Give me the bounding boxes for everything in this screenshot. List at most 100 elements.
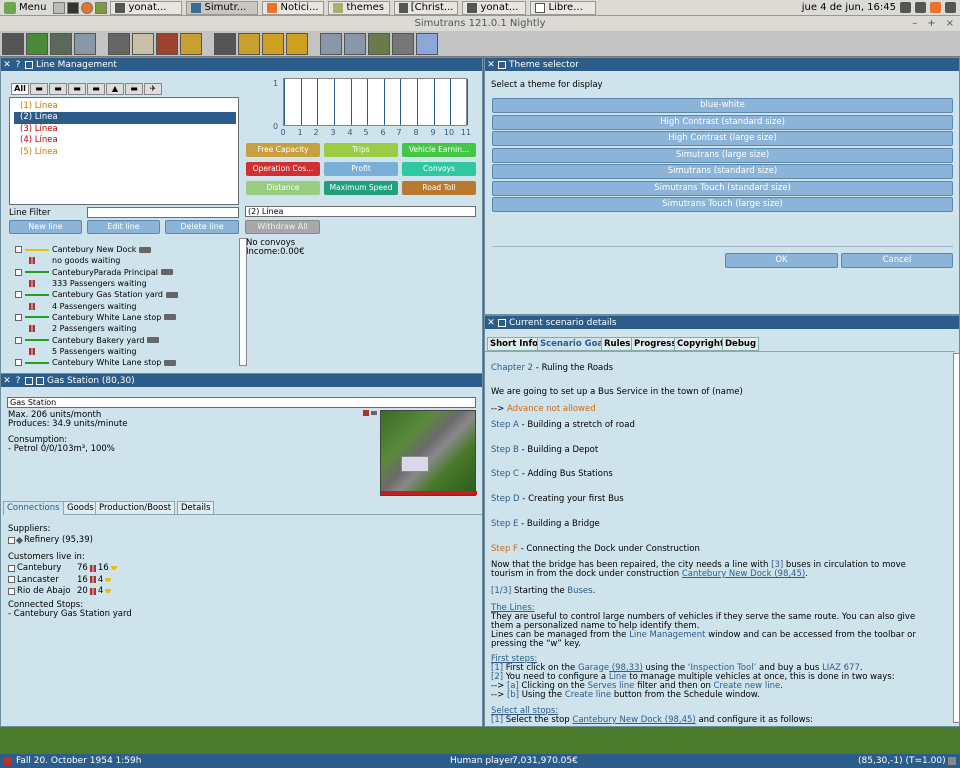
line-name-input[interactable]: (2) Línea	[245, 206, 476, 217]
camera-icon[interactable]	[214, 32, 236, 55]
ship-icon[interactable]: ▲	[106, 83, 124, 95]
tram-icon[interactable]: ▬	[68, 83, 86, 95]
task-terminal-yonat[interactable]: yonat...	[110, 0, 183, 15]
close-icon[interactable]: ✕	[3, 60, 11, 70]
monorail-icon[interactable]: ▬	[49, 83, 67, 95]
dock-link[interactable]: Cantebury New Dock (98,45)	[572, 715, 695, 725]
pin-icon[interactable]	[25, 60, 33, 69]
inspect-icon[interactable]	[50, 32, 72, 55]
stop-list-scrollbar[interactable]	[239, 238, 247, 366]
money-icon[interactable]	[180, 32, 202, 55]
withdraw-all-button[interactable]: Withdraw All	[245, 220, 320, 234]
edit-line-button[interactable]: Edit line	[87, 220, 160, 234]
task-libreoffice[interactable]: Libre...	[530, 0, 597, 15]
help-icon[interactable]: ?	[14, 376, 22, 386]
expand-icon[interactable]	[8, 587, 15, 595]
network-icon[interactable]	[900, 2, 911, 13]
stop-row[interactable]: Cantebury Bakery yard	[15, 334, 160, 345]
line-item[interactable]: (4) Línea	[14, 135, 236, 146]
task-folder-themes[interactable]: themes	[328, 0, 391, 15]
stat-toggle-button[interactable]: Operation Cos...	[246, 162, 320, 176]
stop-row[interactable]: Cantebury White Lane stop	[15, 357, 177, 368]
line-item[interactable]: (5) Línea	[14, 147, 236, 158]
theme-option[interactable]: Simutrans Touch (standard size)	[492, 180, 953, 196]
pin-icon[interactable]	[498, 318, 506, 327]
stat-toggle-button[interactable]: Trips	[324, 143, 398, 157]
minimize-button[interactable]: –	[912, 16, 917, 31]
grid-icon[interactable]	[368, 32, 390, 55]
snap-icon[interactable]	[36, 376, 44, 385]
factory-name-input[interactable]: Gas Station	[7, 397, 476, 408]
delete-line-button[interactable]: Delete line	[165, 220, 239, 234]
tab-copyright[interactable]: Copyright	[674, 337, 728, 351]
window-titlebar[interactable]: ✕ Theme selector	[485, 58, 959, 71]
files-icon[interactable]	[95, 1, 108, 14]
train-icon[interactable]: ▬	[30, 83, 48, 95]
pin-icon[interactable]	[498, 60, 506, 69]
expand-icon[interactable]	[8, 564, 15, 572]
customer-town-row[interactable]: Rio de Abajo 20 4	[8, 586, 112, 596]
stop-row[interactable]: Cantebury New Dock	[15, 244, 152, 255]
list-icon[interactable]	[132, 32, 154, 55]
theme-option[interactable]: High Contrast (standard size)	[492, 114, 953, 130]
theme-option[interactable]: High Contrast (large size)	[492, 131, 953, 146]
show-desktop-icon[interactable]	[53, 1, 66, 14]
stat-toggle-button[interactable]: Distance	[246, 181, 320, 195]
tab-goods[interactable]: Goods	[63, 501, 98, 515]
stop-row[interactable]: Cantebury White Lane stop	[15, 312, 177, 323]
stop-row[interactable]: Cantebury Gas Station yard	[15, 289, 178, 300]
bus-icon[interactable]: ▬	[87, 83, 105, 95]
expand-icon[interactable]	[8, 536, 15, 544]
close-icon[interactable]: ✕	[487, 60, 495, 70]
buses-link[interactable]: Buses	[567, 586, 592, 596]
vehicle-icon[interactable]	[74, 32, 96, 55]
expand-icon[interactable]	[15, 291, 22, 299]
tab-all[interactable]: All	[11, 83, 29, 95]
os-clock[interactable]: jue 4 de jun, 16:45	[802, 2, 896, 13]
theme-option[interactable]: blue-white	[492, 98, 953, 113]
cancel-button[interactable]: Cancel	[841, 253, 953, 268]
construction-icon[interactable]	[108, 32, 130, 55]
task-christ[interactable]: [Christ...	[394, 0, 459, 15]
expand-icon[interactable]	[15, 246, 22, 254]
stat-toggle-button[interactable]: Free Capacity	[246, 143, 320, 157]
new-line-button[interactable]: New line	[9, 220, 82, 234]
expand-icon[interactable]	[15, 336, 22, 344]
help-icon[interactable]: ?	[14, 60, 22, 70]
supplier-item[interactable]: Refinery (95,39)	[8, 535, 93, 545]
airplane-icon[interactable]: ✈	[144, 83, 162, 95]
line-item[interactable]: (1) Línea	[14, 101, 236, 112]
undo-icon[interactable]	[416, 32, 438, 55]
terminal-icon[interactable]	[67, 1, 80, 14]
os-menu-button[interactable]: Menu	[0, 1, 52, 14]
expand-icon[interactable]	[15, 359, 22, 367]
stat-toggle-button[interactable]: Vehicle Earnin...	[402, 143, 476, 157]
tab-connections[interactable]: Connections	[3, 501, 64, 515]
tab-debug[interactable]: Debug	[722, 337, 760, 351]
firefox-icon[interactable]	[81, 1, 94, 14]
trash-icon[interactable]	[238, 32, 260, 55]
stat-toggle-button[interactable]: Convoys	[402, 162, 476, 176]
tab-progress[interactable]: Progress	[631, 337, 680, 351]
expand-icon[interactable]	[15, 268, 22, 276]
map-icon[interactable]	[26, 32, 48, 55]
maximize-button[interactable]: +	[927, 16, 935, 31]
update-icon[interactable]	[930, 2, 941, 13]
stat-toggle-button[interactable]: Maximum Speed	[324, 181, 398, 195]
task-simutrans[interactable]: Simutr...	[186, 0, 259, 15]
ok-button[interactable]: OK	[725, 253, 838, 268]
stop-row[interactable]: CanteburyParada Principal	[15, 267, 173, 278]
line-management-link[interactable]: Line Management	[629, 630, 705, 640]
close-icon[interactable]: ✕	[487, 318, 495, 328]
truck-icon[interactable]: ▬	[125, 83, 143, 95]
zoom-in-icon[interactable]	[320, 32, 342, 55]
tab-short-info[interactable]: Short Info	[487, 337, 541, 351]
create-line-link[interactable]: Create line	[565, 690, 611, 700]
task-firefox-noticias[interactable]: Notici...	[262, 0, 325, 15]
stat-toggle-button[interactable]: Road Toll	[402, 181, 476, 195]
dock-link[interactable]: Cantebury New Dock (98,45)	[682, 569, 805, 579]
volume-icon[interactable]	[915, 2, 926, 13]
task-terminal-yonat-2[interactable]: yonat...	[462, 0, 527, 15]
scenario-scrollbar[interactable]	[953, 353, 959, 723]
theme-option[interactable]: Simutrans Touch (large size)	[492, 197, 953, 212]
